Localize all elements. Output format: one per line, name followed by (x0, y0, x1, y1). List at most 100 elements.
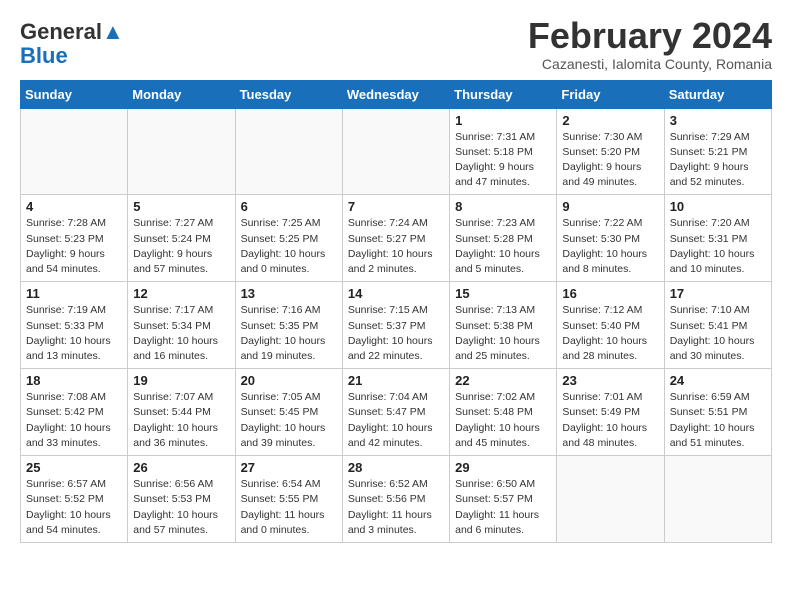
calendar-cell: 12 Sunrise: 7:17 AM Sunset: 5:34 PM Dayli… (128, 282, 235, 369)
day-number: 23 (562, 373, 658, 388)
day-info: Sunrise: 6:54 AM Sunset: 5:55 PM Dayligh… (241, 477, 337, 538)
calendar-week-3: 11Sunrise: 7:19 AM Sunset: 5:33 PM Dayli… (21, 282, 772, 369)
day-number: 21 (348, 373, 444, 388)
logo-general: General (20, 19, 102, 44)
calendar-cell: 19 Sunrise: 7:07 AM Sunset: 5:44 PM Dayli… (128, 369, 235, 456)
day-number: 28 (348, 460, 444, 475)
day-info: Sunrise: 7:05 AM Sunset: 5:45 PM Dayligh… (241, 390, 337, 451)
logo-blue: ▲ (102, 19, 124, 44)
calendar-week-5: 25 Sunrise: 6:57 AM Sunset: 5:52 PM Dayli… (21, 456, 772, 543)
calendar: SundayMondayTuesdayWednesdayThursdayFrid… (20, 80, 772, 543)
calendar-cell: 27 Sunrise: 6:54 AM Sunset: 5:55 PM Dayli… (235, 456, 342, 543)
day-number: 25 (26, 460, 122, 475)
day-number: 22 (455, 373, 551, 388)
day-number: 12 (133, 286, 229, 301)
calendar-week-2: 4Sunrise: 7:28 AM Sunset: 5:23 PM Daylig… (21, 195, 772, 282)
month-title: February 2024 (528, 16, 772, 56)
day-number: 10 (670, 199, 766, 214)
calendar-cell: 2 Sunrise: 7:30 AM Sunset: 5:20 PM Daylig… (557, 108, 664, 195)
calendar-cell: 20 Sunrise: 7:05 AM Sunset: 5:45 PM Dayli… (235, 369, 342, 456)
calendar-cell: 10 Sunrise: 7:20 AM Sunset: 5:31 PM Dayli… (664, 195, 771, 282)
day-number: 4 (26, 199, 122, 214)
calendar-cell: 17 Sunrise: 7:10 AM Sunset: 5:41 PM Dayli… (664, 282, 771, 369)
calendar-cell (21, 108, 128, 195)
logo-text: General▲ Blue (20, 20, 124, 68)
header: General▲ Blue February 2024 Cazanesti, I… (20, 16, 772, 72)
day-number: 13 (241, 286, 337, 301)
day-number: 27 (241, 460, 337, 475)
day-info: Sunrise: 7:16 AM Sunset: 5:35 PM Dayligh… (241, 303, 337, 364)
day-info: Sunrise: 7:24 AM Sunset: 5:27 PM Dayligh… (348, 216, 444, 277)
logo: General▲ Blue (20, 20, 124, 68)
day-number: 9 (562, 199, 658, 214)
calendar-cell: 8Sunrise: 7:23 AM Sunset: 5:28 PM Daylig… (450, 195, 557, 282)
day-info: Sunrise: 7:30 AM Sunset: 5:20 PM Dayligh… (562, 130, 658, 191)
calendar-cell: 3Sunrise: 7:29 AM Sunset: 5:21 PM Daylig… (664, 108, 771, 195)
col-header-tuesday: Tuesday (235, 80, 342, 108)
calendar-cell (235, 108, 342, 195)
calendar-cell: 18 Sunrise: 7:08 AM Sunset: 5:42 PM Dayli… (21, 369, 128, 456)
calendar-cell: 7 Sunrise: 7:24 AM Sunset: 5:27 PM Daylig… (342, 195, 449, 282)
calendar-cell: 13 Sunrise: 7:16 AM Sunset: 5:35 PM Dayli… (235, 282, 342, 369)
day-info: Sunrise: 7:10 AM Sunset: 5:41 PM Dayligh… (670, 303, 766, 364)
day-info: Sunrise: 7:22 AM Sunset: 5:30 PM Dayligh… (562, 216, 658, 277)
calendar-cell: 29 Sunrise: 6:50 AM Sunset: 5:57 PM Dayli… (450, 456, 557, 543)
day-number: 16 (562, 286, 658, 301)
col-header-saturday: Saturday (664, 80, 771, 108)
day-number: 26 (133, 460, 229, 475)
logo-blue-text: Blue (20, 43, 68, 68)
col-header-thursday: Thursday (450, 80, 557, 108)
day-number: 15 (455, 286, 551, 301)
calendar-cell (557, 456, 664, 543)
day-number: 18 (26, 373, 122, 388)
calendar-cell: 4Sunrise: 7:28 AM Sunset: 5:23 PM Daylig… (21, 195, 128, 282)
day-info: Sunrise: 7:07 AM Sunset: 5:44 PM Dayligh… (133, 390, 229, 451)
calendar-cell: 26Sunrise: 6:56 AM Sunset: 5:53 PM Dayli… (128, 456, 235, 543)
day-info: Sunrise: 6:59 AM Sunset: 5:51 PM Dayligh… (670, 390, 766, 451)
day-info: Sunrise: 7:02 AM Sunset: 5:48 PM Dayligh… (455, 390, 551, 451)
calendar-cell: 11Sunrise: 7:19 AM Sunset: 5:33 PM Dayli… (21, 282, 128, 369)
calendar-cell: 1 Sunrise: 7:31 AM Sunset: 5:18 PM Daylig… (450, 108, 557, 195)
calendar-week-4: 18 Sunrise: 7:08 AM Sunset: 5:42 PM Dayli… (21, 369, 772, 456)
col-header-monday: Monday (128, 80, 235, 108)
calendar-cell: 14Sunrise: 7:15 AM Sunset: 5:37 PM Dayli… (342, 282, 449, 369)
day-info: Sunrise: 7:08 AM Sunset: 5:42 PM Dayligh… (26, 390, 122, 451)
subtitle: Cazanesti, Ialomita County, Romania (528, 56, 772, 72)
calendar-week-1: 1 Sunrise: 7:31 AM Sunset: 5:18 PM Daylig… (21, 108, 772, 195)
calendar-cell (128, 108, 235, 195)
day-number: 29 (455, 460, 551, 475)
calendar-cell: 16Sunrise: 7:12 AM Sunset: 5:40 PM Dayli… (557, 282, 664, 369)
day-info: Sunrise: 7:31 AM Sunset: 5:18 PM Dayligh… (455, 130, 551, 191)
day-number: 5 (133, 199, 229, 214)
day-number: 1 (455, 113, 551, 128)
day-info: Sunrise: 6:50 AM Sunset: 5:57 PM Dayligh… (455, 477, 551, 538)
day-number: 3 (670, 113, 766, 128)
calendar-cell: 23 Sunrise: 7:01 AM Sunset: 5:49 PM Dayli… (557, 369, 664, 456)
col-header-friday: Friday (557, 80, 664, 108)
day-number: 17 (670, 286, 766, 301)
day-number: 8 (455, 199, 551, 214)
day-info: Sunrise: 7:01 AM Sunset: 5:49 PM Dayligh… (562, 390, 658, 451)
calendar-cell: 9 Sunrise: 7:22 AM Sunset: 5:30 PM Daylig… (557, 195, 664, 282)
calendar-cell: 5Sunrise: 7:27 AM Sunset: 5:24 PM Daylig… (128, 195, 235, 282)
calendar-cell: 15 Sunrise: 7:13 AM Sunset: 5:38 PM Dayli… (450, 282, 557, 369)
day-number: 19 (133, 373, 229, 388)
day-number: 2 (562, 113, 658, 128)
calendar-cell: 22 Sunrise: 7:02 AM Sunset: 5:48 PM Dayli… (450, 369, 557, 456)
day-info: Sunrise: 6:57 AM Sunset: 5:52 PM Dayligh… (26, 477, 122, 538)
day-info: Sunrise: 7:13 AM Sunset: 5:38 PM Dayligh… (455, 303, 551, 364)
calendar-cell: 25 Sunrise: 6:57 AM Sunset: 5:52 PM Dayli… (21, 456, 128, 543)
day-info: Sunrise: 7:15 AM Sunset: 5:37 PM Dayligh… (348, 303, 444, 364)
day-info: Sunrise: 7:19 AM Sunset: 5:33 PM Dayligh… (26, 303, 122, 364)
calendar-cell: 6 Sunrise: 7:25 AM Sunset: 5:25 PM Daylig… (235, 195, 342, 282)
col-header-wednesday: Wednesday (342, 80, 449, 108)
day-info: Sunrise: 7:25 AM Sunset: 5:25 PM Dayligh… (241, 216, 337, 277)
day-number: 20 (241, 373, 337, 388)
day-info: Sunrise: 7:17 AM Sunset: 5:34 PM Dayligh… (133, 303, 229, 364)
day-number: 7 (348, 199, 444, 214)
calendar-header-row: SundayMondayTuesdayWednesdayThursdayFrid… (21, 80, 772, 108)
day-number: 6 (241, 199, 337, 214)
calendar-cell (342, 108, 449, 195)
col-header-sunday: Sunday (21, 80, 128, 108)
day-info: Sunrise: 7:20 AM Sunset: 5:31 PM Dayligh… (670, 216, 766, 277)
